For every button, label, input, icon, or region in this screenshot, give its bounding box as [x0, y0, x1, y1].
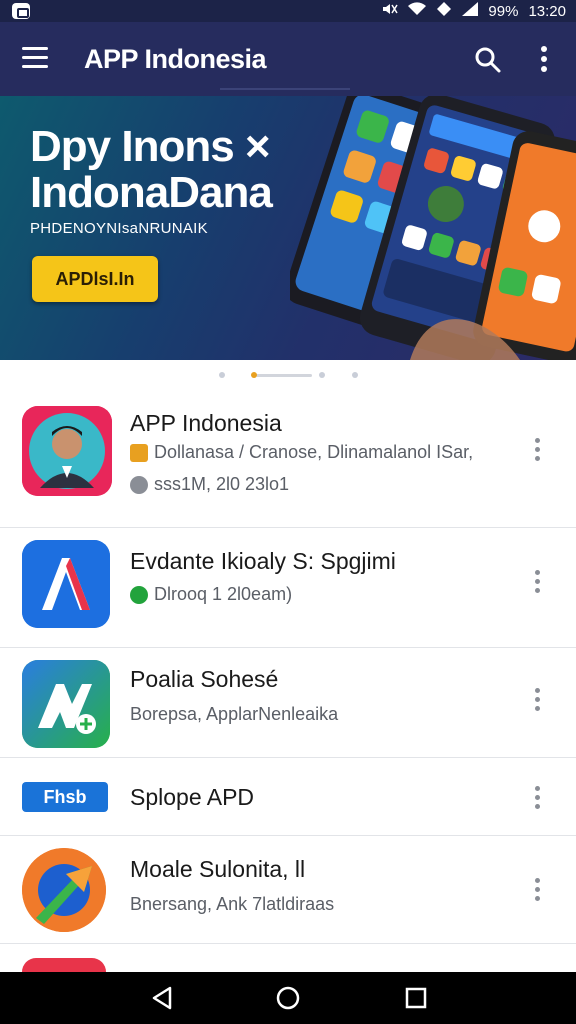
app-name: Splope APD [130, 784, 255, 810]
signal-icon [462, 2, 479, 20]
carousel-dot[interactable] [352, 372, 358, 378]
download-icon [130, 475, 148, 494]
status-bar: 99% 13:20 [0, 0, 576, 22]
banner-title: Dpy Inons × IndonaDana [30, 122, 273, 217]
app-bar: APP Indonesia [0, 22, 576, 96]
home-icon[interactable] [276, 986, 300, 1015]
phones-illustration [290, 96, 576, 360]
app-name: Evdante Ikioaly S: Spgjimi [130, 548, 396, 574]
list-item[interactable]: APP Indonesia Dollanasa / Cranose, Dlina… [0, 388, 576, 528]
app-name: Poalia Sohesé [130, 666, 279, 692]
item-more-icon[interactable] [532, 786, 542, 810]
app-downloads: sss1M, 2l0 23lo1 [130, 474, 289, 495]
app-name: APP Indonesia [130, 410, 282, 436]
carousel-indicator [0, 370, 576, 380]
carousel-track [256, 374, 312, 377]
verified-check-icon [130, 585, 148, 604]
back-icon[interactable] [150, 986, 174, 1015]
list-item[interactable]: Poalia Sohesé Borepsa, ApplarNenleaika [0, 648, 576, 758]
more-options-icon[interactable] [536, 46, 552, 74]
carousel-dot[interactable] [319, 372, 325, 378]
app-status: Dlrooq 1 2l0eam) [130, 584, 292, 605]
mute-icon [380, 1, 399, 21]
list-item[interactable]: Moale Sulonita, ll Bnersang, Ank 7latldi… [0, 836, 576, 944]
app-publisher: Dollanasa / Cranose, Dlinamalanol ISar, [130, 442, 473, 463]
app-name: Moale Sulonita, ll [130, 856, 306, 882]
menu-icon[interactable] [22, 47, 48, 69]
a-logo-icon [22, 540, 110, 628]
item-more-icon[interactable] [532, 570, 542, 594]
banner-cta-button[interactable]: APDlsI.In [32, 256, 158, 302]
title-divider [220, 88, 350, 90]
carousel-dot[interactable] [219, 372, 225, 378]
promo-banner[interactable]: Dpy Inons × IndonaDana PHDENOYNIsaNRUNAI… [0, 96, 576, 360]
rectangle-logo-icon: Fhsb [22, 782, 108, 812]
arrow-logo-icon [22, 848, 106, 932]
battery-level: 99% [488, 2, 519, 20]
app-list-container: APP Indonesia Dollanasa / Cranose, Dlina… [0, 360, 576, 978]
notification-icon [12, 3, 30, 19]
av-logo-icon [22, 660, 110, 748]
banner-subtitle: PHDENOYNIsaNRUNAIK [30, 220, 208, 237]
item-more-icon[interactable] [532, 878, 542, 902]
list-item[interactable]: Fhsb Splope APD [0, 758, 576, 836]
app-publisher: Borepsa, ApplarNenleaika [130, 704, 339, 724]
list-item[interactable]: Evdante Ikioaly S: Spgjimi Dlrooq 1 2l0e… [0, 528, 576, 648]
person-photo-icon [22, 406, 112, 496]
search-icon[interactable] [474, 46, 502, 74]
clock: 13:20 [528, 2, 566, 20]
data-icon [436, 1, 452, 21]
category-icon [130, 443, 148, 462]
item-more-icon[interactable] [532, 688, 542, 712]
navigation-bar [0, 972, 576, 1024]
carousel-dot-active[interactable] [251, 372, 257, 378]
wifi-icon [408, 2, 427, 20]
app-publisher: Bnersang, Ank 7latldiraas [130, 894, 335, 914]
recents-icon[interactable] [404, 986, 428, 1015]
item-more-icon[interactable] [532, 438, 542, 462]
app-title: APP Indonesia [84, 44, 267, 74]
